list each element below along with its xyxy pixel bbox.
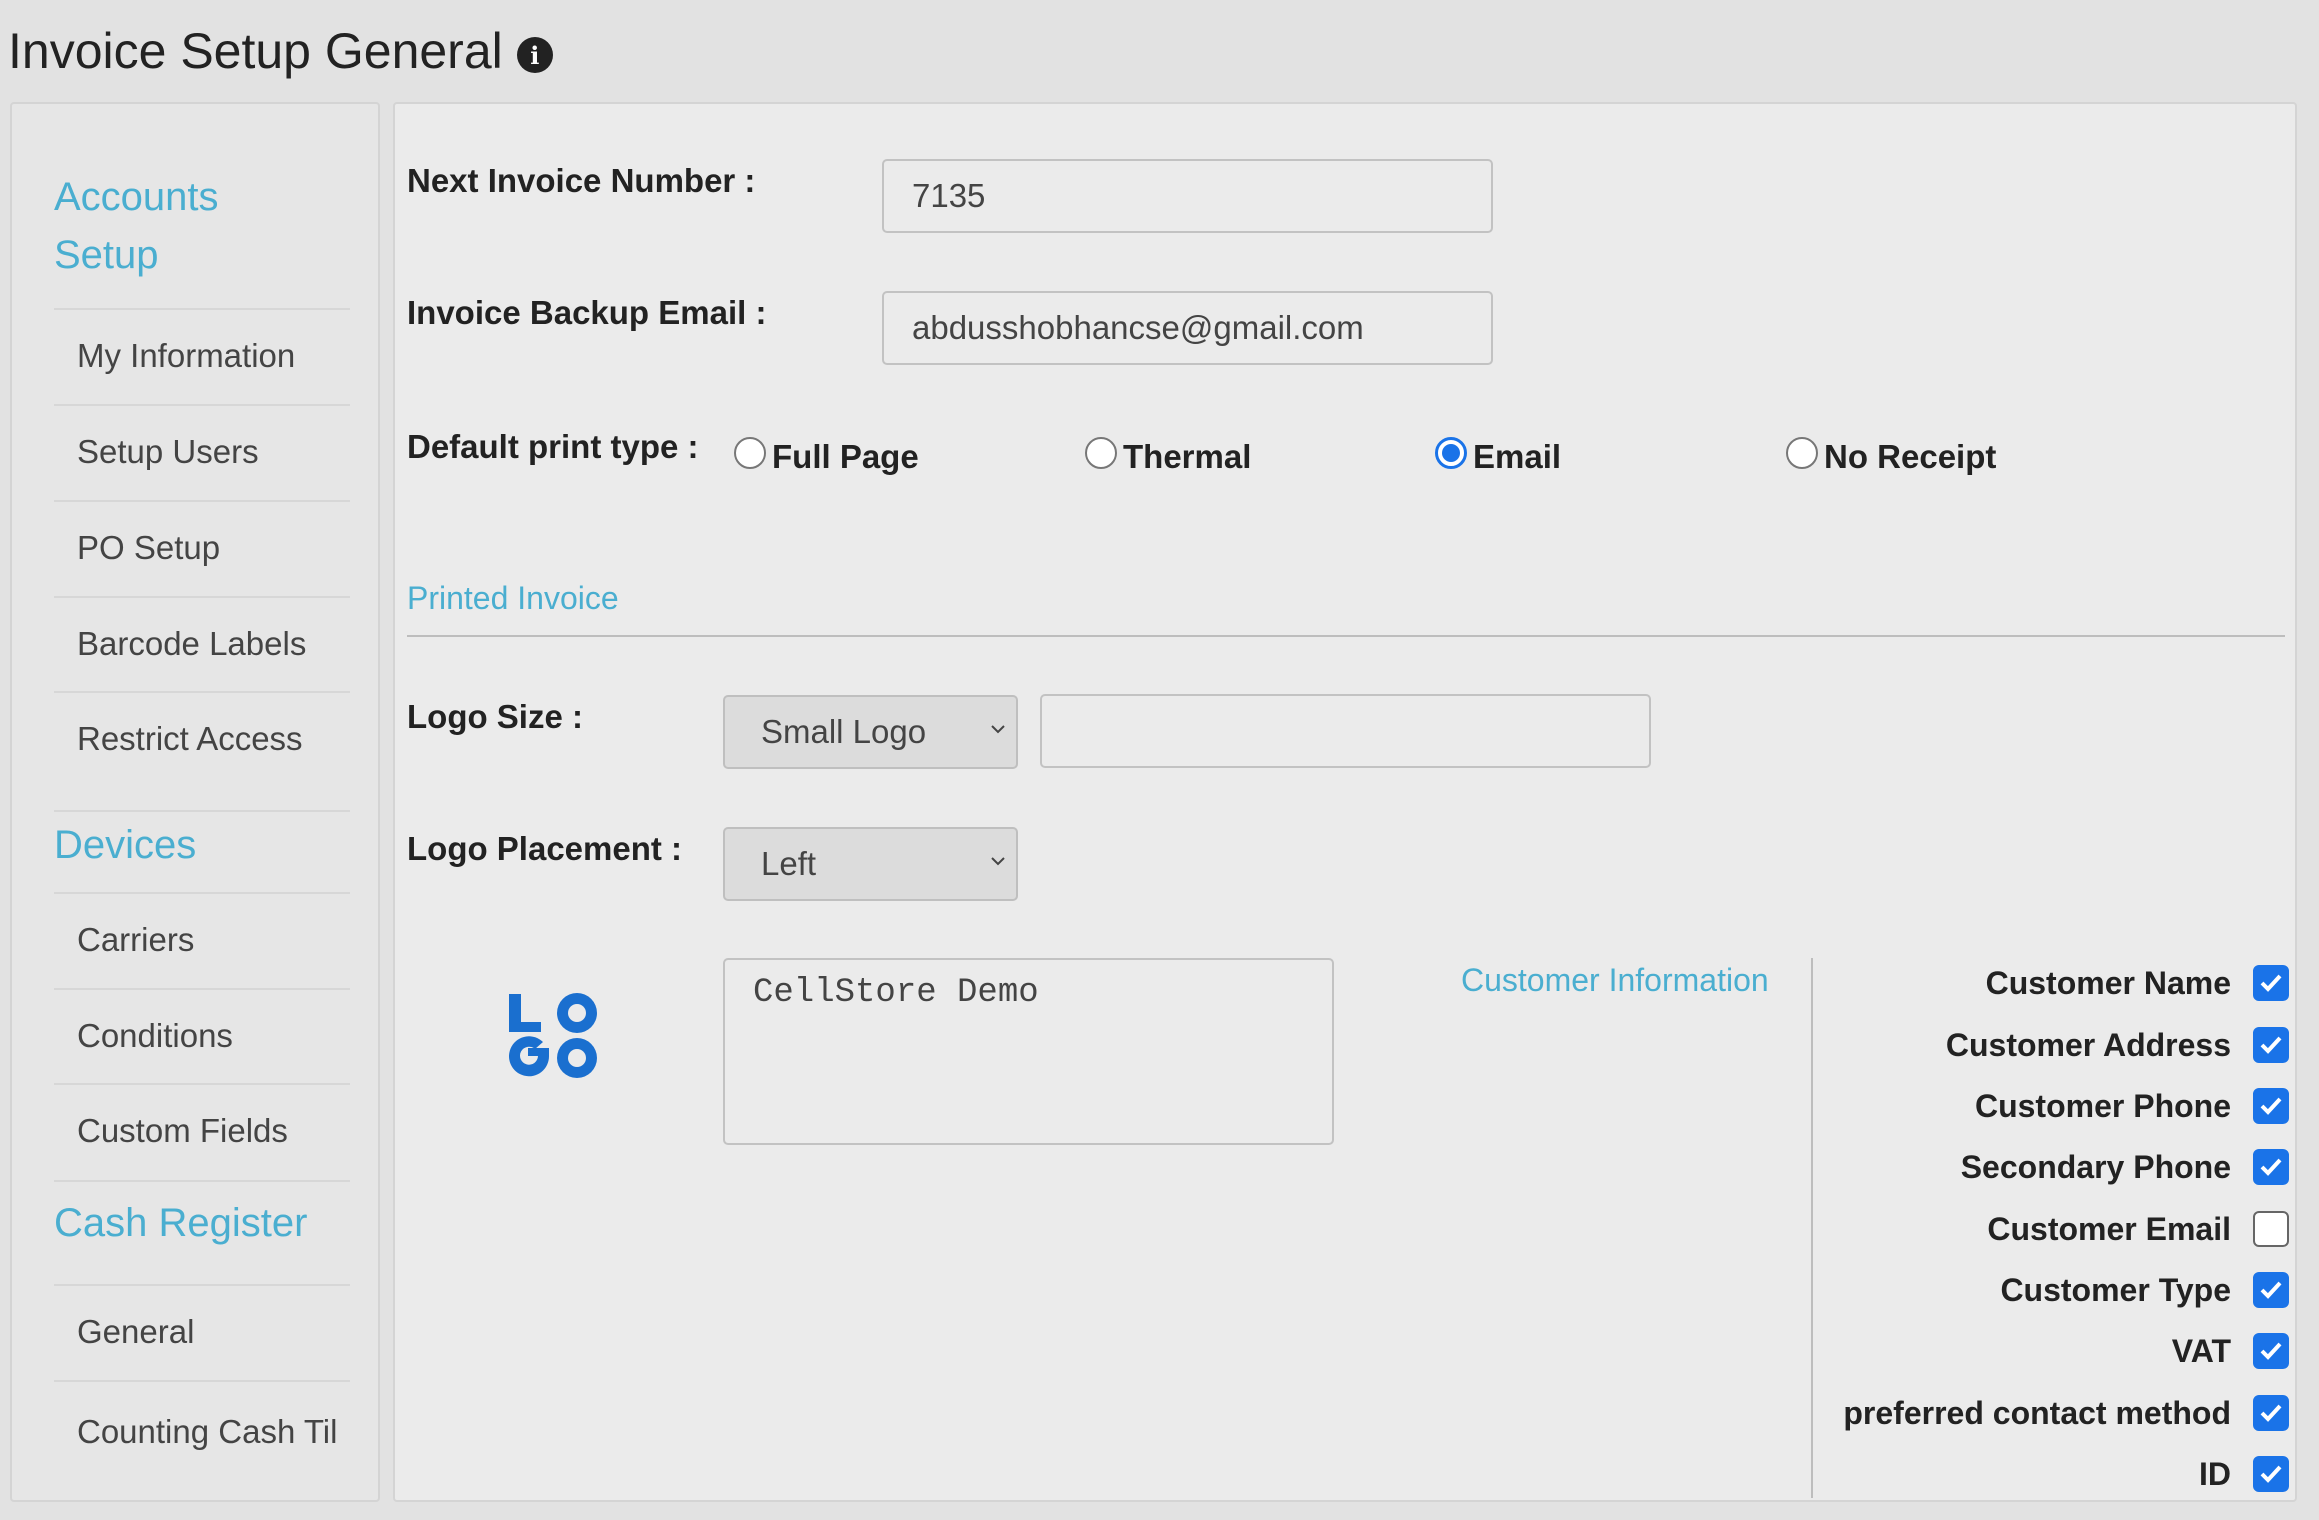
sidebar-item-counting-cash-til[interactable]: Counting Cash Til: [54, 1380, 350, 1520]
customer-field-label: Customer Email: [1987, 1210, 2231, 1247]
logo-size-text-input[interactable]: [1040, 694, 1651, 768]
customer-field-label: Customer Address: [1945, 1026, 2231, 1063]
sidebar-item-restrict-access[interactable]: Restrict Access: [54, 691, 350, 785]
check-icon: [2260, 1097, 2282, 1115]
radio-full-page-label: Full Page: [772, 438, 919, 475]
radio-thermal-label: Thermal: [1123, 438, 1252, 475]
sidebar-item-general[interactable]: General: [54, 1284, 350, 1378]
checkbox-id[interactable]: [2253, 1456, 2289, 1492]
radio-email-circle[interactable]: [1435, 437, 1467, 469]
customer-field-row: Customer Email: [1769, 1204, 2289, 1254]
radio-email[interactable]: Email: [1435, 437, 1562, 476]
section-divider: [407, 635, 2285, 637]
check-icon: [2260, 1158, 2282, 1176]
checkbox-customer-address[interactable]: [2253, 1027, 2289, 1063]
checkbox-customer-type[interactable]: [2253, 1272, 2289, 1308]
sidebar-item-barcode-labels[interactable]: Barcode Labels: [54, 596, 350, 690]
next-invoice-label: Next Invoice Number :: [407, 162, 756, 199]
customer-field-row: preferred contact method: [1769, 1388, 2289, 1438]
sidebar-section-accounts-setup[interactable]: Accounts Setup: [54, 168, 254, 284]
radio-no-receipt[interactable]: No Receipt: [1786, 437, 1997, 476]
sidebar-section-devices[interactable]: Devices: [54, 810, 350, 874]
sidebar-item-my-information[interactable]: My Information: [54, 308, 350, 402]
radio-thermal-circle[interactable]: [1085, 437, 1117, 469]
page-title-text: Invoice Setup General: [8, 23, 503, 79]
info-icon[interactable]: i: [516, 37, 553, 73]
next-invoice-number-input[interactable]: [882, 159, 1493, 233]
checkbox-preferred-contact-method[interactable]: [2253, 1395, 2289, 1431]
radio-no-receipt-circle[interactable]: [1786, 437, 1818, 469]
sidebar-item-custom-fields[interactable]: Custom Fields: [54, 1083, 350, 1177]
check-icon: [2260, 1342, 2282, 1360]
sidebar-item-conditions[interactable]: Conditions: [54, 988, 350, 1082]
invoice-header-textarea[interactable]: CellStore Demo: [723, 958, 1334, 1145]
checkbox-customer-phone[interactable]: [2253, 1088, 2289, 1124]
printed-invoice-title: Printed Invoice: [407, 580, 619, 616]
customer-field-label: Customer Phone: [1974, 1087, 2231, 1124]
logo-placement-select[interactable]: Left: [723, 827, 1018, 901]
logo-size-select-value: Small Logo: [761, 713, 927, 750]
customer-field-row: Customer Type: [1769, 1265, 2289, 1315]
customer-field-row: Secondary Phone: [1769, 1142, 2289, 1192]
logo-placement-label: Logo Placement :: [407, 830, 683, 867]
customer-field-label: Customer Name: [1985, 964, 2231, 1001]
backup-email-label: Invoice Backup Email :: [407, 294, 767, 331]
checkbox-customer-name[interactable]: [2253, 965, 2289, 1001]
radio-full-page-circle[interactable]: [734, 437, 766, 469]
page-title: Invoice Setup General i: [8, 22, 553, 80]
customer-information-title: Customer Information: [1461, 962, 1769, 998]
customer-field-row: Customer Name: [1769, 958, 2289, 1008]
customer-field-label: ID: [2199, 1455, 2231, 1492]
checkbox-customer-email[interactable]: [2253, 1211, 2289, 1247]
radio-thermal[interactable]: Thermal: [1085, 437, 1252, 476]
check-icon: [2260, 1465, 2282, 1483]
logo-placement-select-value: Left: [761, 845, 817, 882]
check-icon: [2260, 974, 2282, 992]
customer-field-label: preferred contact method: [1843, 1394, 2231, 1431]
check-icon: [2260, 1281, 2282, 1299]
sidebar-item-setup-users[interactable]: Setup Users: [54, 404, 350, 498]
check-icon: [2260, 1404, 2282, 1422]
customer-field-row: Customer Phone: [1769, 1081, 2289, 1131]
customer-field-row: Customer Address: [1769, 1020, 2289, 1070]
check-icon: [2260, 1036, 2282, 1054]
logo-image: [509, 993, 597, 1078]
chevron-down-icon: [991, 725, 1005, 734]
backup-email-input[interactable]: [882, 291, 1493, 365]
radio-email-label: Email: [1473, 438, 1562, 475]
chevron-down-icon: [991, 857, 1005, 866]
logo-size-select[interactable]: Small Logo: [723, 695, 1018, 769]
customer-field-label: Secondary Phone: [1960, 1148, 2231, 1185]
checkbox-vat[interactable]: [2253, 1333, 2289, 1369]
print-type-label: Default print type :: [407, 428, 699, 465]
customer-field-row: VAT: [1769, 1326, 2289, 1376]
customer-field-label: Customer Type: [2000, 1271, 2231, 1308]
sidebar-item-carriers[interactable]: Carriers: [54, 892, 350, 986]
sidebar-item-po-setup[interactable]: PO Setup: [54, 500, 350, 594]
radio-no-receipt-label: No Receipt: [1824, 438, 1997, 475]
radio-full-page[interactable]: Full Page: [734, 437, 919, 476]
customer-field-row: ID: [1769, 1449, 2289, 1499]
logo-size-label: Logo Size :: [407, 698, 583, 735]
customer-field-label: VAT: [2171, 1332, 2231, 1369]
sidebar-section-cash-register[interactable]: Cash Register: [54, 1180, 350, 1252]
checkbox-secondary-phone[interactable]: [2253, 1149, 2289, 1185]
sidebar: Accounts Setup My Information Setup User…: [10, 102, 380, 1502]
